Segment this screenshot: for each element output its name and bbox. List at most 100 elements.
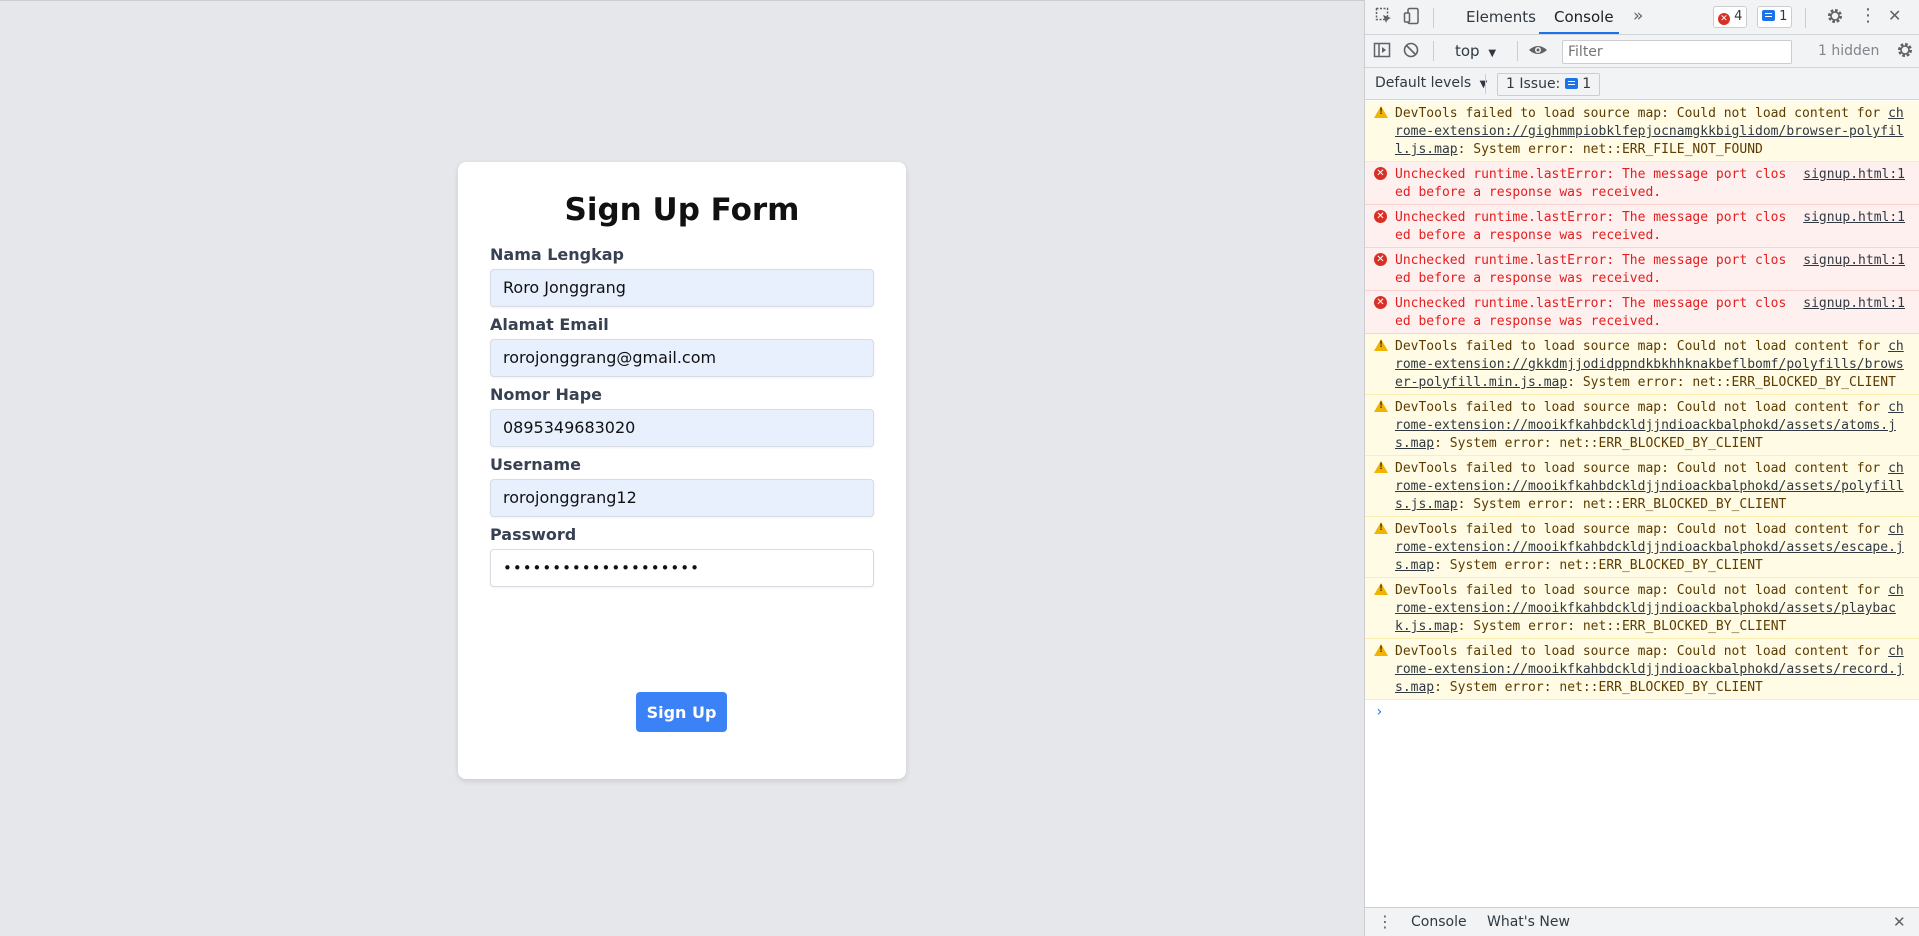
prompt-chevron-icon: ›: [1375, 704, 1384, 720]
toolbar-separator: [1517, 41, 1518, 61]
error-icon: ✕: [1374, 210, 1387, 223]
issues-label: 1 Issue:: [1506, 76, 1561, 92]
devtools-panel: Elements Console » ✕ 4 1 ⋮ ✕ top ▼ Filte…: [1364, 0, 1919, 936]
tabbar-separator: [1433, 8, 1434, 28]
message-text: Unchecked runtime.lastError: The message…: [1395, 253, 1787, 286]
log-levels-value: Default levels: [1375, 75, 1472, 91]
message-text: Unchecked runtime.lastError: The message…: [1395, 210, 1787, 243]
caret-down-icon: ▼: [1479, 79, 1488, 90]
tab-console[interactable]: Console: [1554, 8, 1614, 26]
error-icon: ✕: [1374, 253, 1387, 266]
message-count-badge[interactable]: 1: [1757, 6, 1793, 28]
warning-icon: [1374, 106, 1388, 118]
error-icon: ✕: [1718, 13, 1730, 25]
message-error-detail: : System error: net::ERR_BLOCKED_BY_CLIE…: [1434, 558, 1763, 573]
message-source-link[interactable]: signup.html:1: [1803, 252, 1905, 270]
message-source-link[interactable]: signup.html:1: [1803, 209, 1905, 227]
issue-icon: [1564, 78, 1578, 89]
issues-count: 1: [1582, 76, 1592, 92]
drawer-tab-whats-new[interactable]: What's New: [1487, 914, 1570, 930]
message-text: DevTools failed to load source map: Coul…: [1395, 400, 1889, 415]
levels-separator: [1485, 74, 1486, 94]
context-value: top: [1455, 42, 1480, 60]
message-text: DevTools failed to load source map: Coul…: [1395, 106, 1889, 121]
console-warning-row: DevTools failed to load source map: Coul…: [1365, 101, 1919, 162]
message-text: DevTools failed to load source map: Coul…: [1395, 522, 1889, 537]
filter-input[interactable]: [1562, 40, 1792, 64]
gear-icon[interactable]: [1826, 7, 1844, 30]
issues-button[interactable]: 1 Issue: 1: [1497, 73, 1601, 96]
message-text: DevTools failed to load source map: Coul…: [1395, 339, 1889, 354]
message-source-link[interactable]: signup.html:1: [1803, 295, 1905, 313]
console-warning-row: DevTools failed to load source map: Coul…: [1365, 456, 1919, 517]
chevron-double-right-icon[interactable]: »: [1633, 6, 1643, 26]
signup-button[interactable]: Sign Up: [636, 692, 727, 732]
console-settings-gear-icon[interactable]: [1896, 41, 1914, 64]
devtools-tab-bar: Elements Console » ✕ 4 1 ⋮ ✕: [1365, 0, 1919, 35]
error-icon: ✕: [1374, 296, 1387, 309]
full-name-label: Nama Lengkap: [490, 245, 625, 264]
tab-elements[interactable]: Elements: [1466, 8, 1536, 26]
active-tab-indicator: [1539, 32, 1619, 34]
browser-viewport: Sign Up Form Nama Lengkap Roro Jonggrang…: [0, 0, 1364, 936]
message-text: DevTools failed to load source map: Coul…: [1395, 644, 1889, 659]
devtools-drawer: ⋮ Console What's New ✕: [1365, 907, 1919, 936]
phone-input[interactable]: 0895349683020: [490, 409, 874, 447]
message-text: DevTools failed to load source map: Coul…: [1395, 461, 1889, 476]
inspect-element-icon[interactable]: [1375, 7, 1393, 30]
sidebar-toggle-icon[interactable]: [1373, 41, 1391, 64]
console-error-row: ✕ Unchecked runtime.lastError: The messag…: [1365, 291, 1919, 334]
message-error-detail: : System error: net::ERR_FILE_NOT_FOUND: [1457, 142, 1763, 157]
message-text: Unchecked runtime.lastError: The message…: [1395, 296, 1787, 329]
hidden-count: 1 hidden: [1818, 43, 1880, 59]
error-icon: ✕: [1374, 167, 1387, 180]
password-label: Password: [490, 525, 577, 544]
clear-console-icon[interactable]: [1402, 41, 1420, 64]
message-error-detail: : System error: net::ERR_BLOCKED_BY_CLIE…: [1434, 436, 1763, 451]
message-icon: [1762, 10, 1775, 21]
device-toolbar-icon[interactable]: [1403, 7, 1421, 30]
console-warning-row: DevTools failed to load source map: Coul…: [1365, 395, 1919, 456]
console-warning-row: DevTools failed to load source map: Coul…: [1365, 334, 1919, 395]
username-label: Username: [490, 455, 581, 474]
console-messages: DevTools failed to load source map: Coul…: [1365, 101, 1919, 907]
form-title: Sign Up Form: [564, 192, 800, 228]
signup-card: Sign Up Form Nama Lengkap Roro Jonggrang…: [458, 162, 906, 779]
caret-down-icon: ▼: [1488, 48, 1497, 59]
console-error-row: ✕ Unchecked runtime.lastError: The messag…: [1365, 248, 1919, 291]
context-selector[interactable]: top ▼: [1455, 42, 1496, 60]
email-input[interactable]: rorojonggrang@gmail.com: [490, 339, 874, 377]
error-count: 4: [1734, 9, 1743, 24]
message-text: DevTools failed to load source map: Coul…: [1395, 583, 1889, 598]
warning-icon: [1374, 583, 1388, 595]
console-warning-row: DevTools failed to load source map: Coul…: [1365, 517, 1919, 578]
drawer-tab-console[interactable]: Console: [1411, 914, 1467, 930]
console-levels-bar: Default levels ▼ 1 Issue: 1: [1365, 68, 1919, 100]
tabbar-separator: [1805, 8, 1806, 28]
drawer-menu-icon[interactable]: ⋮: [1377, 912, 1393, 932]
console-error-row: ✕ Unchecked runtime.lastError: The messag…: [1365, 205, 1919, 248]
eye-icon[interactable]: [1528, 41, 1548, 64]
message-error-detail: : System error: net::ERR_BLOCKED_BY_CLIE…: [1457, 497, 1787, 512]
console-warning-row: DevTools failed to load source map: Coul…: [1365, 578, 1919, 639]
warning-icon: [1374, 400, 1388, 412]
message-error-detail: : System error: net::ERR_BLOCKED_BY_CLIE…: [1567, 375, 1896, 390]
message-source-link[interactable]: signup.html:1: [1803, 166, 1905, 184]
error-count-badge[interactable]: ✕ 4: [1713, 6, 1748, 28]
username-input[interactable]: rorojonggrang12: [490, 479, 874, 517]
phone-label: Nomor Hape: [490, 385, 602, 404]
toolbar-separator: [1433, 41, 1434, 61]
console-prompt[interactable]: ›: [1365, 700, 1919, 724]
warning-icon: [1374, 644, 1388, 656]
log-levels-selector[interactable]: Default levels ▼: [1375, 75, 1487, 91]
close-icon[interactable]: ✕: [1888, 6, 1901, 26]
console-warning-row: DevTools failed to load source map: Coul…: [1365, 639, 1919, 700]
console-error-row: ✕ Unchecked runtime.lastError: The messag…: [1365, 162, 1919, 205]
console-message-list: DevTools failed to load source map: Coul…: [1365, 101, 1919, 700]
drawer-close-icon[interactable]: ✕: [1893, 912, 1906, 932]
console-toolbar: top ▼ 1 hidden: [1365, 35, 1919, 68]
more-options-icon[interactable]: ⋮: [1859, 6, 1877, 26]
message-text: Unchecked runtime.lastError: The message…: [1395, 167, 1787, 200]
password-input[interactable]: ••••••••••••••••••••: [490, 549, 874, 587]
full-name-input[interactable]: Roro Jonggrang: [490, 269, 874, 307]
